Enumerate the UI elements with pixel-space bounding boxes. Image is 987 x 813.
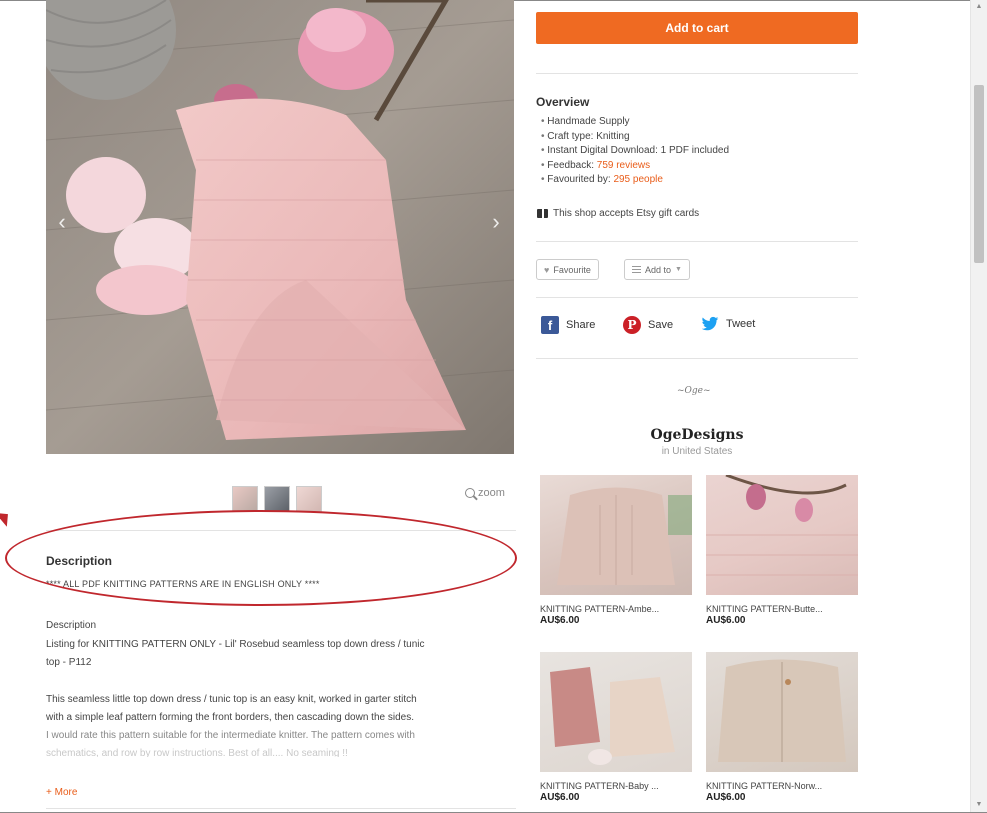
- gift-cards-text: This shop accepts Etsy gift cards: [553, 208, 700, 219]
- favourite-label: Favourite: [553, 264, 591, 275]
- scroll-down-arrow-icon[interactable]: ▼: [974, 800, 984, 810]
- related-product-title[interactable]: KNITTING PATTERN-Ambe...: [540, 604, 692, 614]
- share-facebook-button[interactable]: f Share: [541, 316, 595, 334]
- related-product-title[interactable]: KNITTING PATTERN-Norw...: [706, 781, 858, 791]
- add-to-list-button[interactable]: Add to ▼: [624, 259, 690, 280]
- shop-name-link[interactable]: OgeDesigns: [536, 427, 858, 443]
- annotation-arrow: [0, 507, 14, 527]
- related-product-card[interactable]: KNITTING PATTERN-Norw... AU$6.00: [706, 652, 858, 803]
- save-label: Save: [648, 319, 674, 331]
- magnifier-icon: [465, 488, 475, 498]
- overview-item-handmade: Handmade Supply: [541, 115, 729, 130]
- baby-romper-illustration: [550, 667, 675, 765]
- save-pinterest-button[interactable]: P Save: [623, 316, 673, 334]
- pinterest-icon: P: [623, 316, 641, 334]
- favourited-people-link[interactable]: 295 people: [613, 174, 663, 185]
- overview-list: Handmade Supply Craft type: Knitting Ins…: [541, 115, 729, 188]
- feedback-reviews-link[interactable]: 759 reviews: [597, 160, 650, 171]
- cart-divider: [536, 73, 858, 74]
- tweet-label: Tweet: [726, 318, 756, 330]
- gift-card-icon: [537, 209, 548, 218]
- description-line-2: top - P112: [46, 657, 92, 668]
- description-more-link[interactable]: + More: [46, 787, 77, 798]
- list-icon: [632, 266, 641, 273]
- overview-heading: Overview: [536, 95, 590, 109]
- scrollbar-thumb[interactable]: [974, 85, 984, 263]
- related-product-price: AU$6.00: [540, 792, 580, 803]
- overview-item-feedback: Feedback: 759 reviews: [541, 159, 729, 174]
- thumbnail-2[interactable]: [264, 486, 290, 512]
- description-line-1: Listing for KNITTING PATTERN ONLY - Lil'…: [46, 639, 425, 650]
- tweet-button[interactable]: Tweet: [701, 316, 755, 332]
- related-product-title[interactable]: KNITTING PATTERN-Baby ...: [540, 781, 692, 791]
- thumbnail-3[interactable]: [296, 486, 322, 512]
- feedback-prefix: Feedback:: [547, 159, 597, 171]
- gift-cards-row: This shop accepts Etsy gift cards: [537, 208, 699, 219]
- related-product-card[interactable]: KNITTING PATTERN-Ambe... AU$6.00: [540, 475, 692, 626]
- dress-photo-illustration: [46, 0, 514, 454]
- twitter-icon: [701, 316, 719, 331]
- thumbnail-1[interactable]: [232, 486, 258, 512]
- knit-blanket-illustration: [706, 475, 858, 576]
- description-line-3: This seamless little top down dress / tu…: [46, 694, 417, 705]
- add-to-label: Add to: [645, 264, 672, 275]
- related-product-price: AU$6.00: [706, 792, 746, 803]
- knit-sweater-illustration: [557, 487, 692, 585]
- description-line-5: I would rate this pattern suitable for t…: [46, 730, 415, 741]
- favourite-button[interactable]: ♥ Favourite: [536, 259, 599, 280]
- related-product-image[interactable]: [706, 475, 858, 595]
- chevron-down-icon: ▼: [675, 266, 682, 273]
- related-product-card[interactable]: KNITTING PATTERN-Butte... AU$6.00: [706, 475, 858, 626]
- related-product-price: AU$6.00: [706, 615, 746, 626]
- overview-divider: [536, 241, 858, 242]
- knit-cardigan-illustration: [718, 659, 846, 762]
- shop-logo[interactable]: ~Oge~: [677, 386, 711, 396]
- overview-item-craft-type: Craft type: Knitting: [541, 130, 729, 145]
- related-product-price: AU$6.00: [540, 615, 580, 626]
- related-product-image[interactable]: [706, 652, 858, 772]
- carousel-next-arrow[interactable]: ›: [486, 210, 506, 234]
- share-label: Share: [566, 319, 596, 331]
- description-line-4: with a simple leaf pattern forming the f…: [46, 712, 414, 723]
- zoom-button[interactable]: zoom: [465, 487, 505, 499]
- zoom-label: zoom: [478, 487, 505, 499]
- description-bottom-divider: [46, 808, 516, 809]
- photo-thumbnails: [232, 486, 322, 512]
- related-product-image[interactable]: [540, 652, 692, 772]
- page-scrollbar[interactable]: ▲ ▼: [970, 0, 987, 813]
- social-divider: [536, 358, 858, 359]
- related-product-image[interactable]: [540, 475, 692, 595]
- description-line-6: schematics, and row by row instructions.…: [46, 748, 348, 757]
- facebook-icon: f: [541, 316, 559, 334]
- favourited-prefix: Favourited by:: [547, 174, 614, 186]
- related-product-card[interactable]: KNITTING PATTERN-Baby ... AU$6.00: [540, 652, 692, 803]
- overview-item-download: Instant Digital Download: 1 PDF included: [541, 144, 729, 159]
- shop-location: in United States: [661, 446, 733, 457]
- listing-main-photo[interactable]: ‹ ›: [46, 0, 514, 454]
- carousel-prev-arrow[interactable]: ‹: [52, 210, 72, 234]
- description-label: Description: [46, 620, 97, 631]
- actions-divider: [536, 297, 858, 298]
- scroll-up-arrow-icon[interactable]: ▲: [974, 2, 984, 12]
- related-product-title[interactable]: KNITTING PATTERN-Butte...: [706, 604, 858, 614]
- annotation-ellipse: [5, 510, 517, 606]
- heart-icon: ♥: [544, 264, 550, 275]
- add-to-cart-button[interactable]: Add to cart: [536, 12, 858, 44]
- overview-item-favourited: Favourited by: 295 people: [541, 173, 729, 188]
